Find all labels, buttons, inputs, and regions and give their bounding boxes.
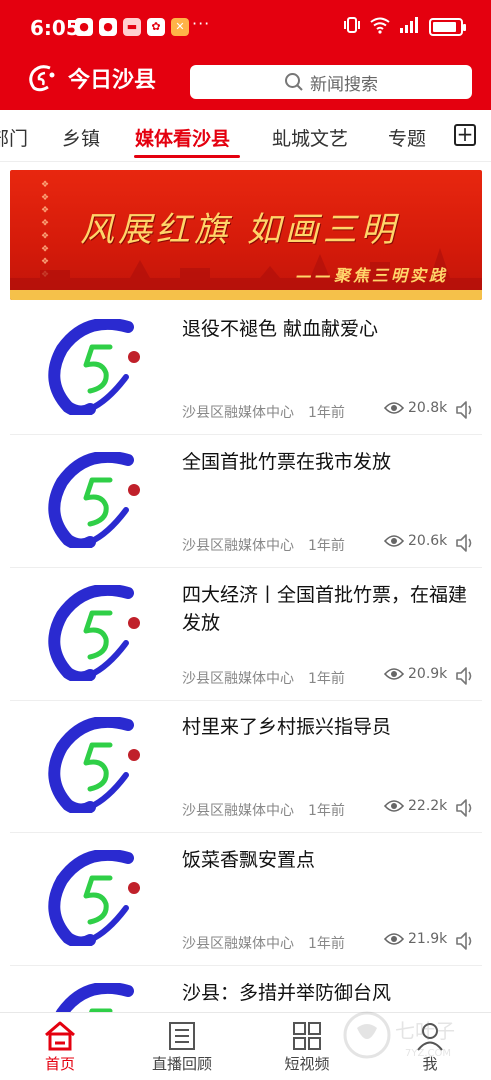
cell-signal-icon <box>399 17 421 37</box>
banner-headline: 风展红旗 如画三明 <box>80 210 399 250</box>
eye-icon <box>384 933 404 945</box>
view-count-text: 21.9k <box>408 931 448 947</box>
tab-towns[interactable]: 乡镇 <box>62 124 100 151</box>
news-item[interactable]: 四大经济丨全国首批竹票，在福建发放 沙县区融媒体中心 1年前 20.9k <box>10 569 482 701</box>
nav-live-replay-label: 直播回顾 <box>151 1055 212 1073</box>
news-source: 沙县区融媒体中心 <box>182 936 294 952</box>
view-count: 20.8k <box>384 400 447 416</box>
news-time: 1年前 <box>308 538 345 554</box>
view-count-text: 20.8k <box>408 400 448 416</box>
news-item[interactable]: 饭菜香飘安置点 沙县区融媒体中心 1年前 21.9k <box>10 834 482 966</box>
status-app-icons: ● ● ▬ ✿ ✕ <box>75 18 189 36</box>
search-icon <box>285 73 303 91</box>
news-source: 沙县区融媒体中心 <box>182 803 294 819</box>
tab-media-view-shaxian[interactable]: 媒体看沙县 <box>135 124 230 151</box>
news-meta: 沙县区融媒体中心 1年前 20.6k <box>182 532 482 554</box>
view-count-text: 20.9k <box>408 666 448 682</box>
news-time: 1年前 <box>308 405 345 421</box>
news-meta: 沙县区融媒体中心 1年前 21.9k <box>182 930 482 952</box>
view-count: 21.9k <box>384 931 447 947</box>
speaker-icon[interactable] <box>454 797 476 819</box>
plus-square-icon[interactable]: + <box>454 124 476 146</box>
eye-icon <box>384 800 404 812</box>
notification-app-icon: ● <box>75 18 93 36</box>
app-header: 6:05 ● ● ▬ ✿ ✕ ··· 今日沙县 新闻搜索 <box>0 0 491 110</box>
news-thumbnail <box>48 717 140 813</box>
view-count-text: 20.6k <box>408 533 448 549</box>
notification-app-icon: ● <box>99 18 117 36</box>
news-time: 1年前 <box>308 936 345 952</box>
news-meta: 沙县区融媒体中心 1年前 22.2k <box>182 797 482 819</box>
nav-short-video-label: 短视频 <box>284 1055 330 1073</box>
view-count: 20.6k <box>384 533 447 549</box>
speaker-icon[interactable] <box>454 930 476 952</box>
status-indicators <box>343 16 466 38</box>
eye-icon <box>384 535 404 547</box>
nav-live-replay[interactable]: 直播回顾 <box>132 1021 232 1074</box>
news-meta: 沙县区融媒体中心 1年前 20.8k <box>182 399 482 421</box>
view-count: 22.2k <box>384 798 447 814</box>
news-title: 饭菜香飘安置点 <box>182 849 316 871</box>
news-source: 沙县区融媒体中心 <box>182 405 294 421</box>
news-source: 沙县区融媒体中心 <box>182 538 294 554</box>
promo-banner[interactable]: ❖ ❖ ❖ ❖ ❖ ❖ ❖ ❖ 风展红旗 如画三明 ——聚焦三明实践 <box>10 170 482 300</box>
banner-ground <box>10 290 482 300</box>
news-thumbnail <box>48 452 140 548</box>
vibrate-icon <box>343 16 361 38</box>
news-thumbnail <box>48 850 140 946</box>
search-bar[interactable]: 新闻搜索 <box>190 65 472 99</box>
news-time: 1年前 <box>308 671 345 687</box>
watermark-logo: 七叶子 7YZ.COM <box>343 1011 455 1059</box>
news-title: 村里来了乡村振兴指导员 <box>182 716 392 738</box>
news-meta: 沙县区融媒体中心 1年前 20.9k <box>182 665 482 687</box>
wifi-icon <box>369 16 391 38</box>
news-source: 沙县区融媒体中心 <box>182 671 294 687</box>
category-tabs: 部门 乡镇 媒体看沙县 虬城文艺 专题 + <box>0 110 491 162</box>
status-bar: 6:05 ● ● ▬ ✿ ✕ ··· <box>0 12 491 44</box>
news-title: 沙县：多措并举防御台风 <box>182 982 392 1004</box>
news-time: 1年前 <box>308 803 345 819</box>
banner-subline: ——聚焦三明实践 <box>296 266 449 285</box>
view-count-text: 22.2k <box>408 798 448 814</box>
news-title: 全国首批竹票在我市发放 <box>182 451 392 473</box>
tab-departments[interactable]: 部门 <box>0 124 28 151</box>
svg-text:七叶子: 七叶子 <box>395 1019 455 1043</box>
view-count: 20.9k <box>384 666 447 682</box>
notification-app-icon: ✕ <box>171 18 189 36</box>
app-logo-icon <box>29 65 55 92</box>
battery-icon <box>429 18 466 36</box>
speaker-icon[interactable] <box>454 665 476 687</box>
speaker-icon[interactable] <box>454 532 476 554</box>
notification-app-icon: ▬ <box>123 18 141 36</box>
svg-text:7YZ.COM: 7YZ.COM <box>405 1048 451 1059</box>
app-logo: 今日沙县 <box>26 62 156 94</box>
eye-icon <box>384 402 404 414</box>
news-title: 退役不褪色 献血献爱心 <box>182 318 379 340</box>
news-title: 四大经济丨全国首批竹票，在福建发放 <box>182 584 468 634</box>
active-tab-indicator <box>134 155 240 158</box>
home-icon <box>45 1021 75 1051</box>
speaker-icon[interactable] <box>454 399 476 421</box>
tab-special-topics[interactable]: 专题 <box>388 124 426 151</box>
search-placeholder: 新闻搜索 <box>310 74 378 95</box>
grid-icon <box>293 1022 321 1050</box>
eye-icon <box>384 668 404 680</box>
news-thumbnail <box>48 585 140 681</box>
document-icon <box>169 1022 195 1050</box>
tab-qiucheng-arts[interactable]: 虬城文艺 <box>272 124 348 151</box>
news-item[interactable]: 村里来了乡村振兴指导员 沙县区融媒体中心 1年前 22.2k <box>10 701 482 833</box>
news-item[interactable]: 退役不褪色 献血献爱心 沙县区融媒体中心 1年前 20.8k <box>10 303 482 435</box>
app-title: 今日沙县 <box>68 68 157 93</box>
news-thumbnail <box>48 319 140 415</box>
nav-home-label: 首页 <box>44 1055 75 1073</box>
nav-home[interactable]: 首页 <box>10 1021 110 1074</box>
more-notifications-icon: ··· <box>192 14 211 33</box>
status-time: 6:05 <box>30 16 80 40</box>
notification-app-icon: ✿ <box>147 18 165 36</box>
news-item[interactable]: 全国首批竹票在我市发放 沙县区融媒体中心 1年前 20.6k <box>10 436 482 568</box>
